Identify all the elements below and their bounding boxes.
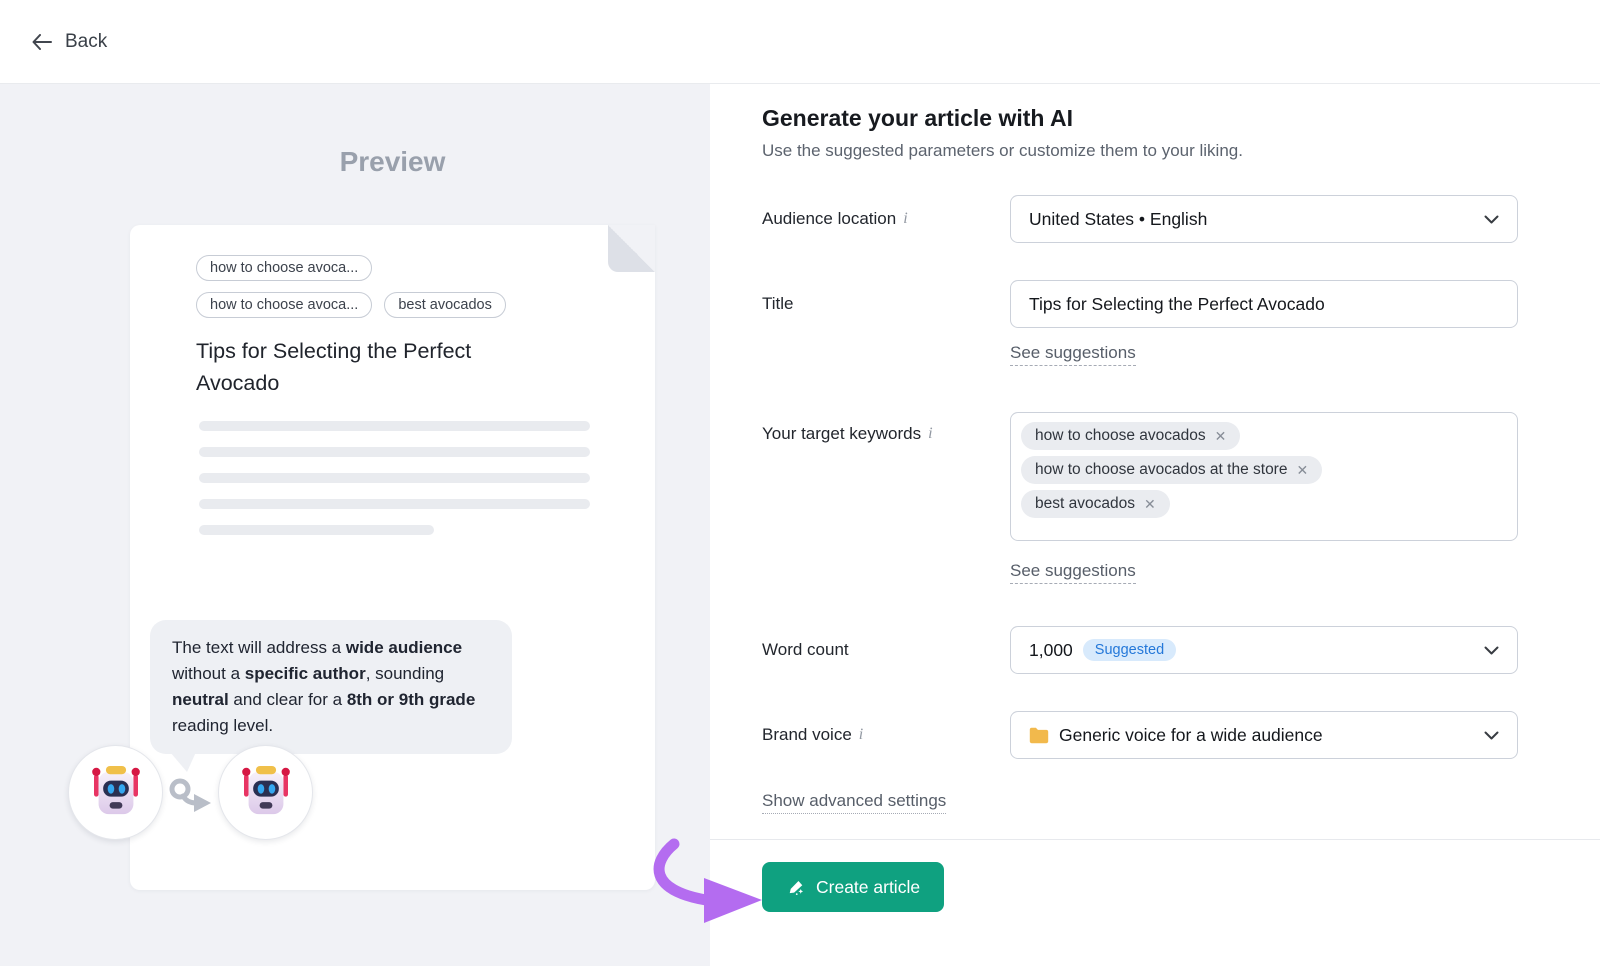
- footer-divider: [710, 839, 1600, 840]
- robot-avatar-2: [218, 745, 313, 840]
- title-input[interactable]: [1010, 280, 1518, 328]
- bubble-tail: [170, 752, 196, 772]
- placeholder-line: [199, 421, 590, 431]
- chevron-down-icon: [1484, 731, 1499, 740]
- word-count-value: 1,000: [1029, 640, 1073, 661]
- placeholder-line: [199, 447, 590, 457]
- bubble-text-segment: , sounding: [366, 664, 444, 683]
- placeholder-line: [199, 499, 590, 509]
- robot-icon: [233, 760, 299, 826]
- title-see-suggestions-link[interactable]: See suggestions: [1010, 343, 1136, 366]
- form-subheading: Use the suggested parameters or customiz…: [762, 141, 1518, 161]
- create-article-button[interactable]: Create article: [762, 862, 944, 912]
- audience-location-value: United States • English: [1029, 209, 1207, 230]
- form-heading: Generate your article with AI: [762, 105, 1518, 132]
- keyword-chip[interactable]: how to choose avocados at the store ✕: [1021, 456, 1322, 484]
- back-arrow-icon: [32, 34, 52, 50]
- keyword-chip[interactable]: best avocados ✕: [1021, 490, 1170, 518]
- bubble-text-segment: wide audience: [346, 638, 462, 657]
- looped-arrow-icon: [163, 772, 217, 818]
- preview-chip-row-1: how to choose avoca...: [196, 255, 372, 281]
- create-article-label: Create article: [816, 877, 920, 898]
- bubble-text-segment: 8th or 9th grade: [347, 690, 475, 709]
- tone-description-bubble: The text will address a wide audience wi…: [150, 620, 512, 754]
- word-count-label-group: Word count: [762, 640, 1010, 660]
- keywords-row: Your target keywords i how to choose avo…: [762, 412, 1518, 541]
- bubble-text-segment: without a: [172, 664, 245, 683]
- bubble-text-segment: The text will address a: [172, 638, 346, 657]
- keyword-chip[interactable]: how to choose avocados ✕: [1021, 422, 1240, 450]
- keywords-label-group: Your target keywords i: [762, 412, 1010, 444]
- word-count-row: Word count 1,000 Suggested: [762, 626, 1518, 674]
- keyword-chip-label: best avocados: [1035, 495, 1135, 513]
- info-icon[interactable]: i: [928, 425, 932, 443]
- keyword-chip-label: how to choose avocados at the store: [1035, 461, 1287, 479]
- robot-icon: [83, 760, 149, 826]
- keywords-see-suggestions-link[interactable]: See suggestions: [1010, 561, 1136, 584]
- bubble-text-segment: neutral: [172, 690, 229, 709]
- back-label: Back: [65, 31, 107, 53]
- brand-voice-row: Brand voice i Generic voice for a wide a…: [762, 711, 1518, 759]
- placeholder-line: [199, 525, 434, 535]
- suggested-badge: Suggested: [1083, 639, 1176, 661]
- preview-panel: Preview how to choose avoca... how to ch…: [0, 84, 710, 966]
- folder-icon: [1029, 727, 1049, 744]
- title-label-group: Title: [762, 294, 1010, 314]
- main-layout: Preview how to choose avoca... how to ch…: [0, 84, 1600, 966]
- keywords-label: Your target keywords: [762, 424, 921, 444]
- keyword-chip-label: how to choose avocados: [1035, 427, 1206, 445]
- remove-keyword-icon[interactable]: ✕: [1215, 429, 1227, 443]
- preview-panel-title: Preview: [130, 146, 655, 178]
- title-row: Title: [762, 280, 1518, 328]
- keyword-chip-line: how to choose avocados at the store ✕: [1021, 456, 1507, 484]
- placeholder-text-lines: [199, 421, 590, 551]
- show-advanced-settings-link[interactable]: Show advanced settings: [762, 791, 946, 814]
- preview-keyword-chip: how to choose avoca...: [196, 255, 372, 281]
- preview-chip-row-2: how to choose avoca... best avocados: [196, 292, 506, 318]
- preview-article-title: Tips for Selecting the Perfect Avocado: [196, 335, 506, 399]
- title-label: Title: [762, 294, 794, 314]
- preview-keyword-chip: best avocados: [384, 292, 506, 318]
- remove-keyword-icon[interactable]: ✕: [1296, 463, 1308, 477]
- placeholder-line: [199, 473, 590, 483]
- chevron-down-icon: [1484, 646, 1499, 655]
- audience-location-select[interactable]: United States • English: [1010, 195, 1518, 243]
- info-icon[interactable]: i: [859, 726, 863, 744]
- back-button[interactable]: Back: [32, 31, 107, 53]
- brand-voice-select[interactable]: Generic voice for a wide audience: [1010, 711, 1518, 759]
- word-count-select[interactable]: 1,000 Suggested: [1010, 626, 1518, 674]
- preview-keyword-chip: how to choose avoca...: [196, 292, 372, 318]
- audience-location-label: Audience location: [762, 209, 896, 229]
- bubble-text-segment: reading level.: [172, 716, 273, 735]
- bubble-text-segment: specific author: [245, 664, 366, 683]
- brand-voice-label: Brand voice: [762, 725, 852, 745]
- chevron-down-icon: [1484, 215, 1499, 224]
- pen-sparkle-icon: [786, 878, 805, 897]
- robot-avatar-1: [68, 745, 163, 840]
- generate-article-form: Generate your article with AI Use the su…: [710, 84, 1600, 966]
- audience-location-row: Audience location i United States • Engl…: [762, 195, 1518, 243]
- page-fold-corner: [608, 225, 655, 272]
- keywords-input-box[interactable]: how to choose avocados ✕ how to choose a…: [1010, 412, 1518, 541]
- audience-location-label-group: Audience location i: [762, 209, 1010, 229]
- word-count-label: Word count: [762, 640, 849, 660]
- brand-voice-label-group: Brand voice i: [762, 725, 1010, 745]
- top-bar: Back: [0, 0, 1600, 84]
- brand-voice-value: Generic voice for a wide audience: [1059, 725, 1323, 746]
- info-icon[interactable]: i: [903, 210, 907, 228]
- remove-keyword-icon[interactable]: ✕: [1144, 497, 1156, 511]
- keyword-chip-line: how to choose avocados ✕: [1021, 422, 1507, 450]
- keyword-chip-line: best avocados ✕: [1021, 490, 1507, 518]
- bubble-text-segment: and clear for a: [229, 690, 347, 709]
